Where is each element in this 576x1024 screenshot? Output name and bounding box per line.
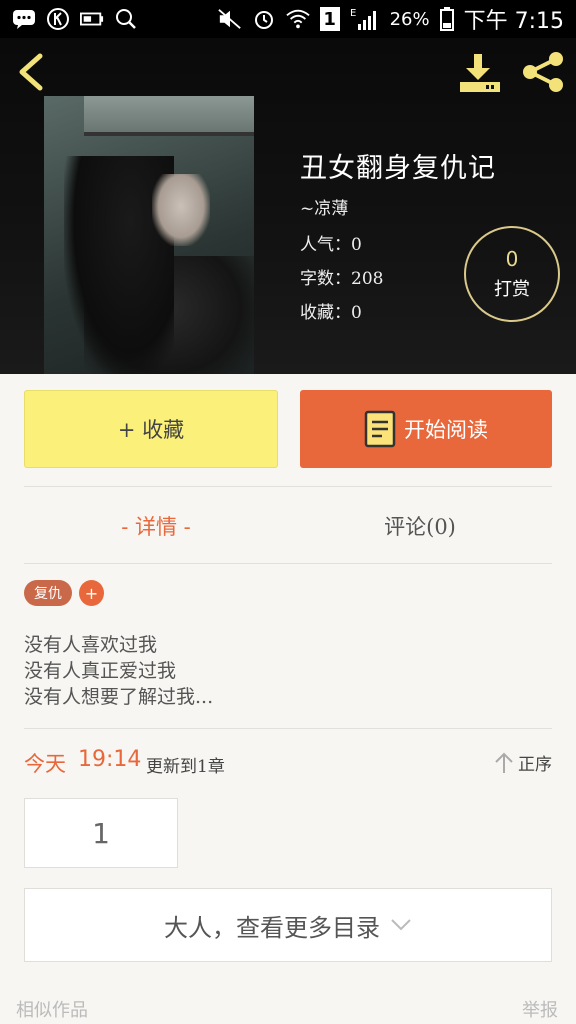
- update-time: 19:14: [78, 747, 142, 772]
- divider: [24, 563, 552, 564]
- word-count-stat: 字数：208: [300, 269, 384, 289]
- tip-label: 打赏: [494, 279, 530, 300]
- mute-icon: [217, 7, 242, 31]
- alarm-icon: [252, 7, 276, 31]
- chevron-left-icon: [19, 53, 43, 91]
- share-icon: [523, 52, 563, 92]
- status-bar: 1 E 26% 下午 7:15: [0, 0, 576, 38]
- clock: 下午 7:15: [463, 9, 564, 34]
- k-app-icon: [46, 7, 70, 31]
- sort-order-label: 正序: [518, 755, 552, 775]
- report-link[interactable]: 举报: [522, 996, 558, 1022]
- sim-icon: 1: [319, 7, 340, 31]
- book-icon: [364, 410, 396, 448]
- add-favorite-button[interactable]: + 收藏: [24, 390, 278, 468]
- battery-percent: 26%: [389, 8, 430, 30]
- more-catalog-label: 大人，查看更多目录: [164, 913, 380, 942]
- chapter-item[interactable]: 1: [24, 798, 178, 868]
- popularity-stat: 人气：0: [300, 235, 362, 255]
- download-button[interactable]: [456, 52, 504, 94]
- download-icon: [460, 54, 500, 92]
- sort-order-button[interactable]: 正序: [494, 750, 552, 775]
- battery-saver-icon: [80, 7, 104, 31]
- update-info: 更新到1章: [146, 757, 225, 777]
- tag-chip[interactable]: 复仇: [24, 580, 72, 606]
- svg-text:E: E: [350, 8, 356, 19]
- divider: [24, 728, 552, 729]
- battery-icon: [439, 7, 454, 31]
- back-button[interactable]: [14, 52, 48, 92]
- message-icon: [12, 7, 36, 31]
- cover-figure-face: [152, 174, 210, 246]
- tab-detail[interactable]: - 详情 -: [24, 506, 288, 546]
- search-icon: [114, 7, 138, 31]
- tip-count: 0: [505, 247, 519, 271]
- start-reading-label: 开始阅读: [404, 418, 488, 442]
- divider: [24, 486, 552, 487]
- description-line: 没有人真正爱过我: [24, 660, 177, 682]
- book-author[interactable]: ~凉薄: [300, 194, 348, 219]
- favorites-stat: 收藏：0: [300, 303, 362, 323]
- book-title: 丑女翻身复仇记: [300, 153, 496, 184]
- share-button[interactable]: [520, 50, 568, 94]
- tip-button[interactable]: 0 打赏: [464, 226, 560, 322]
- chevron-down-icon: [391, 919, 411, 931]
- tab-comments[interactable]: 评论(0): [288, 506, 552, 546]
- arrow-up-icon: [495, 752, 513, 773]
- cover-window: [84, 96, 254, 136]
- description-line: 没有人喜欢过我: [24, 634, 158, 656]
- update-row: 今天 19:14 更新到1章 正序: [24, 747, 552, 778]
- book-cover-image: [44, 96, 254, 374]
- description-line: 没有人想要了解过我...: [24, 686, 214, 708]
- signal-icon: E: [350, 7, 380, 31]
- similar-works-heading: 相似作品: [16, 1000, 88, 1021]
- more-catalog-button[interactable]: 大人，查看更多目录: [24, 888, 552, 962]
- update-day: 今天: [24, 752, 66, 776]
- start-reading-button[interactable]: 开始阅读: [300, 390, 552, 468]
- book-header: 丑女翻身复仇记 ~凉薄 人气：0 字数：208 收藏：0 0 打赏: [0, 38, 576, 374]
- book-description: 没有人喜欢过我 没有人真正爱过我 没有人想要了解过我...: [24, 632, 544, 710]
- add-tag-button[interactable]: +: [79, 580, 104, 606]
- wifi-icon: [285, 7, 310, 31]
